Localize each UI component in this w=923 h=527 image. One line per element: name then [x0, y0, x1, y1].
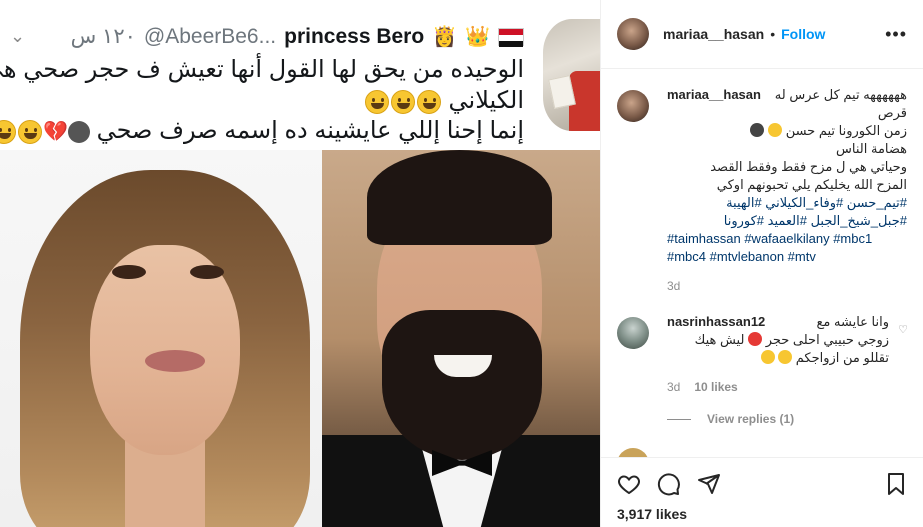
- woman-photo: [0, 150, 322, 527]
- man-photo: [322, 150, 600, 527]
- chevron-down-icon: ⌄: [10, 26, 26, 46]
- egypt-flag-icon: [498, 27, 524, 47]
- broken-heart-emoji-icon: 💔: [42, 121, 68, 144]
- tweet-line-3: إنما إحنا إللي عايشينه ده إسمه صرف صحي 💔: [0, 116, 524, 145]
- laughing-emoji-icon: [0, 119, 16, 144]
- divider: [667, 418, 691, 420]
- tweet-line-1: الوحيده من يحق لها القول أنها تعيش ف حجر…: [0, 56, 524, 83]
- comment-likes[interactable]: 10 likes: [694, 380, 737, 394]
- post-actions: 3,917 likes: [601, 457, 923, 522]
- tweet-header: ١٢٠ س @AbeerBe6... princess Bero 👸 👑: [71, 24, 524, 49]
- caption-username[interactable]: mariaa__hasan: [667, 86, 761, 104]
- separator-dot: •: [770, 26, 776, 42]
- tweet-avatar: [543, 19, 600, 131]
- tweet-line-2-text: الكيلاني: [448, 87, 524, 114]
- grinning-emoji-icon: [364, 89, 389, 114]
- post-media[interactable]: ⌄ ١٢٠ س @AbeerBe6... princess Bero 👸 👑 ا…: [0, 0, 600, 527]
- princess-emoji-icon: 👸: [432, 26, 458, 48]
- comment-username[interactable]: nasrinhassan12: [667, 313, 765, 331]
- tweet-line-3-text: إنما إحنا إللي عايشينه ده إسمه صرف صحي: [96, 117, 524, 144]
- comment-text-line-3: تقللو من ازواجكم: [667, 349, 889, 367]
- caption-line-1b: زمن الكورونا تيم حسن: [785, 123, 907, 138]
- caption-avatar[interactable]: [617, 90, 649, 122]
- hashtags-line-2[interactable]: #جبل_شيخ_الجبل #العميد #كورونا: [667, 212, 907, 230]
- comment-text-line-2: زوجي حبيبي احلى حجر ليش هيك: [667, 331, 889, 349]
- comment-time: 3d: [667, 380, 681, 394]
- tweet-name: princess Bero: [284, 24, 425, 48]
- avatar[interactable]: [617, 18, 649, 50]
- follow-button[interactable]: Follow: [781, 26, 825, 42]
- caption-text-line-1: mariaa__hasan ههههههه تيم كل عرس له قرص: [667, 86, 907, 122]
- heart-eyes-emoji-icon: [748, 332, 763, 346]
- comment-avatar[interactable]: [617, 448, 649, 457]
- bookmark-icon[interactable]: [884, 472, 908, 496]
- caption-text-line-1b: زمن الكورونا تيم حسن: [667, 122, 907, 140]
- tweet-line-2: الكيلاني: [364, 86, 524, 115]
- grinning-emoji-icon: [390, 89, 415, 114]
- comment: nasrinhassan12 وانا عايشه مع زوجي حبيبي …: [617, 313, 908, 396]
- laughing-emoji-icon: [778, 350, 793, 364]
- comment-icon[interactable]: [657, 472, 681, 496]
- laughing-emoji-icon: [760, 350, 775, 364]
- laughing-emoji-icon: [17, 119, 42, 144]
- comments-list[interactable]: mariaa__hasan ههههههه تيم كل عرس له قرص …: [601, 70, 923, 457]
- view-replies-button[interactable]: View replies (1): [667, 412, 908, 426]
- comment-meta: 3d 10 likes: [667, 378, 889, 396]
- likes-count[interactable]: 3,917 likes: [617, 506, 908, 522]
- tweet-screenshot: ⌄ ١٢٠ س @AbeerBe6... princess Bero 👸 👑 ا…: [0, 0, 600, 150]
- hashtags-line-3[interactable]: #taimhassan #wafaaelkilany #mbc1: [667, 230, 907, 248]
- hashtags-line-1[interactable]: #تيم_حسن #وفاء_الكيلاني #الهيبة: [667, 194, 907, 212]
- caption: mariaa__hasan ههههههه تيم كل عرس له قرص …: [617, 86, 908, 295]
- next-comment-partial: [617, 444, 908, 457]
- caption-line-3: وحياتي هي ل مزح فقط وفقط القصد: [710, 159, 907, 174]
- comment-like-heart-icon[interactable]: ♡: [898, 323, 908, 336]
- dark-face-emoji-icon: [750, 123, 765, 137]
- comment-line-2a: زوجي حبيبي احلى حجر: [765, 332, 889, 347]
- grinning-emoji-icon: [416, 89, 441, 114]
- share-icon[interactable]: [697, 472, 721, 496]
- comment-line-2b: ليش هيك: [694, 332, 745, 347]
- comment-text-line-1: nasrinhassan12 وانا عايشه مع: [667, 313, 889, 331]
- dark-face-emoji-icon: [67, 120, 90, 143]
- comment-line-1: وانا عايشه مع: [816, 314, 889, 329]
- view-replies-label[interactable]: View replies (1): [707, 412, 794, 426]
- crown-emoji-icon: 👑: [465, 26, 490, 48]
- caption-line-4: المزح الله يخليكم يلي تحبونهم اوكي: [716, 177, 907, 192]
- heart-icon[interactable]: [617, 472, 641, 496]
- more-options-icon[interactable]: •••: [885, 24, 907, 45]
- post-details-panel: mariaa__hasan • Follow ••• mariaa__hasan…: [600, 0, 923, 527]
- caption-time: 3d: [667, 279, 681, 293]
- laughing-emoji-icon: [768, 123, 783, 137]
- comment-line-3: تقللو من ازواجكم: [795, 350, 889, 365]
- caption-line-2: هضامة الناس: [836, 141, 907, 156]
- hashtags-line-4[interactable]: #mbc4 #mtvlebanon #mtv: [667, 248, 907, 266]
- caption-line-1: ههههههه تيم كل عرس له قرص: [774, 87, 907, 120]
- comment-avatar[interactable]: [617, 317, 649, 349]
- tweet-handle: @AbeerBe6...: [143, 24, 277, 48]
- post-header: mariaa__hasan • Follow •••: [601, 0, 923, 69]
- tweet-time: ١٢٠ س: [70, 25, 136, 48]
- post-username[interactable]: mariaa__hasan: [663, 26, 764, 42]
